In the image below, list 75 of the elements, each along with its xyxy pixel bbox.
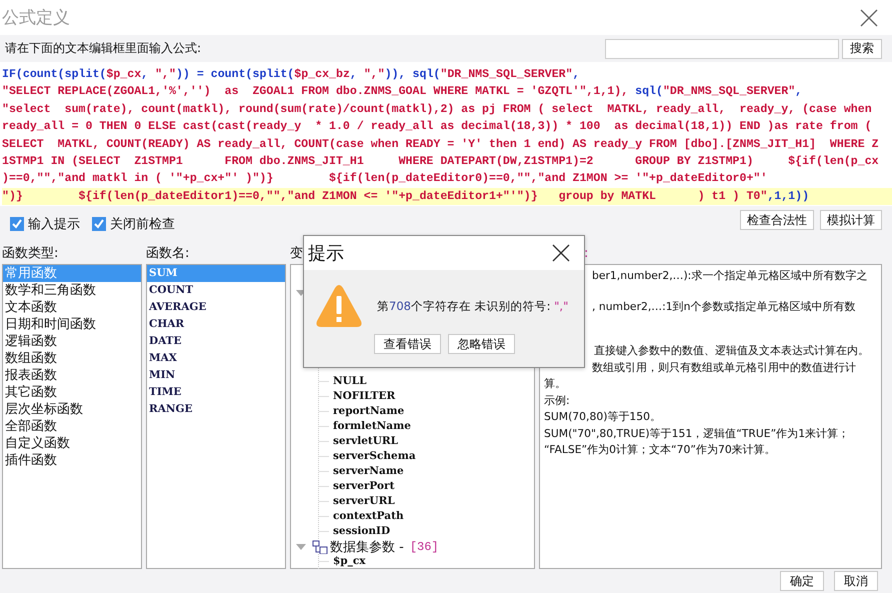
close-icon[interactable] [552, 244, 570, 262]
list-item[interactable]: 文本函数 [3, 299, 141, 316]
dialog-button[interactable]: 取消 [834, 571, 878, 591]
list-item[interactable]: TIME [147, 384, 285, 401]
list-item[interactable]: 日期和时间函数 [3, 316, 141, 333]
checkbox-label: 关闭前检查 [110, 216, 175, 233]
code-line: ready_all = 0 THEN 0 ELSE cast(cast(ready_y * 1.0 / ready_all as decimal(18,3)) * 100 as decimal(18,1)) END )as rate from ( [2, 119, 873, 136]
description-line: ber1,number2,…):求一个指定单元格区域中所有数字之 [592, 268, 868, 284]
list-item[interactable]: 自定义函数 [3, 435, 141, 452]
search-field[interactable] [605, 38, 839, 58]
dialog-button[interactable]: 忽略错误 [448, 334, 515, 354]
column-label: 函数名: [146, 245, 190, 262]
list-item[interactable]: RANGE [147, 401, 285, 418]
tree-item[interactable]: NOFILTER [319, 389, 534, 404]
tree-item[interactable]: NULL [319, 374, 534, 389]
column-label: 函数类型: [2, 245, 60, 262]
code-line: "SELECT REPLACE(ZGOAL1,'%','') as ZGOAL1 FROM dbo.ZNMS_GOAL WHERE MATKL = 'GZQTL'",1,1), sql("DR_NMS_SQL_SERVER", [2, 84, 804, 100]
item-count: [36] [410, 540, 439, 554]
description-line: , number2,…:1到n个参数或指定单元格区域中所有数 [592, 298, 856, 314]
list-item[interactable]: DATE [147, 333, 285, 350]
tree-item[interactable]: serverName [319, 464, 534, 479]
description-line: “FALSE”作为0计算；文本“70”作为70来计算。 [544, 442, 777, 458]
tree-item[interactable]: $p_cx [319, 554, 534, 569]
list-item[interactable]: 报表函数 [3, 367, 141, 384]
list-item[interactable]: AVERAGE [147, 299, 285, 316]
dialog-title: 提示 [308, 242, 344, 265]
list-item[interactable]: 其它函数 [3, 384, 141, 401]
tree-item[interactable]: sessionID [319, 524, 534, 539]
tree-group-label[interactable]: 数据集参数 - [330, 538, 404, 556]
search-button[interactable]: 搜索 [842, 38, 882, 58]
code-line: IF(count(split($p_cx, ",")) = count(split($p_cx_bz, ",")), sql("DR_NMS_SQL_SERVER", [2, 67, 581, 83]
formula-editor[interactable] [0, 62, 892, 206]
tree-item[interactable]: serverSchema [319, 449, 534, 464]
description-line: 直接键入参数中的数值、逻辑值及文本表达式计算在内。 [594, 343, 870, 359]
formula-prompt: 请在下面的文本编辑框里面输入公式: [5, 40, 202, 57]
caret-icon[interactable] [296, 544, 306, 550]
action-button[interactable]: 检查合法性 [740, 210, 814, 230]
list-item[interactable]: MIN [147, 367, 285, 384]
list-item[interactable]: CHAR [147, 316, 285, 333]
error-message: 第708个字符存在 未识别的符号: "," [377, 298, 568, 314]
description-line: SUM("70",80,TRUE)等于151，逻辑值“TRUE”作为1来计算； [544, 426, 850, 442]
checkbox-label: 输入提示 [28, 216, 80, 233]
checkbox[interactable] [92, 217, 106, 231]
list-item[interactable]: 逻辑函数 [3, 333, 141, 350]
close-icon[interactable] [860, 8, 878, 26]
code-line: SELECT MATKL, COUNT(READY) AS ready_all, COUNT(case when READY = 'Y' then 1 end) AS ready_y FROM [dbo].[ZNMS_JIT_H1] WHERE Z [2, 136, 880, 153]
tree-item[interactable]: reportName [319, 404, 534, 419]
parameter-icon [312, 540, 328, 554]
list-item[interactable]: 层次坐标函数 [3, 401, 141, 418]
description-line: 算。 [544, 376, 567, 392]
column-label: : [584, 246, 588, 260]
tree-item[interactable]: servletURL [319, 434, 534, 449]
warning-icon [315, 284, 363, 328]
code-line: )==0,"","and matkl in ( '"+p_cx+"' )")} ${if(len(p_dateEditor0)==0,"","and Z1MON >= '"+p_dateEditor0+"' [2, 171, 768, 188]
tree-item[interactable]: formletName [319, 419, 534, 434]
list-item[interactable]: 数学和三角函数 [3, 282, 141, 299]
list-item[interactable]: COUNT [147, 282, 285, 299]
tree-item[interactable]: contextPath [319, 509, 534, 524]
description-line: SUM(70,80)等于150。 [544, 409, 662, 425]
list-item[interactable]: 插件函数 [3, 452, 141, 469]
dialog-button[interactable]: 确定 [780, 571, 824, 591]
description-line: 数组或引用，则只有数组或单元格引用中的数值进行计 [592, 360, 857, 376]
code-line: 1STMP1 IN (SELECT Z1STMP1 FROM dbo.ZNMS_JIT_H1 WHERE DATEPART(DW,Z1STMP1)=2 GROUP BY Z1STMP1) ${if(len(p_cx [2, 154, 880, 170]
dialog-button[interactable]: 查看错误 [374, 334, 441, 354]
list-item[interactable]: 数组函数 [3, 350, 141, 367]
window-title: 公式定义 [2, 7, 70, 29]
description-line: 示例: [544, 392, 571, 408]
column-label: 变 [290, 245, 303, 262]
list-item[interactable]: 全部函数 [3, 418, 141, 435]
code-line: "select sum(rate), count(matkl), round(sum(rate)/count(matkl),2) as pj FROM ( select MATKL, ready_all, ready_y, (case when [2, 102, 873, 118]
tree-item[interactable]: serverURL [319, 494, 534, 509]
action-button[interactable]: 模拟计算 [820, 210, 882, 230]
checkbox[interactable] [10, 217, 24, 231]
list-item[interactable]: MAX [147, 350, 285, 367]
tree-item[interactable]: serverPort [319, 479, 534, 494]
